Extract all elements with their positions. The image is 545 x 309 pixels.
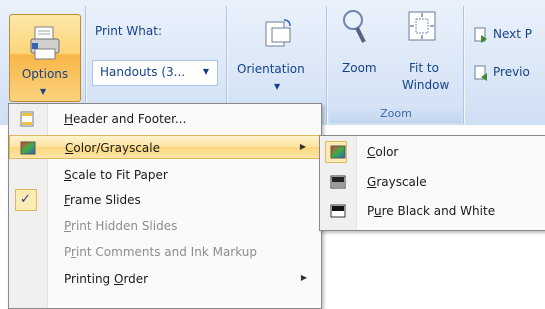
chevron-down-icon: ▼ xyxy=(274,82,281,91)
options-label: Options xyxy=(21,67,69,81)
fit-to-window-label-line2: Window xyxy=(402,78,450,92)
next-page-icon xyxy=(474,27,487,43)
menu-item-printing-order[interactable]: Printing Order ▶ xyxy=(9,267,321,291)
submenu-arrow-icon: ▶ xyxy=(300,273,307,282)
menu-item-print-hidden-slides[interactable]: Print Hidden Slides xyxy=(9,214,321,238)
grayscale-icon xyxy=(330,175,346,189)
header-footer-icon xyxy=(20,111,34,127)
menu-item-accesskey: S xyxy=(64,168,72,182)
previous-page-icon xyxy=(474,65,487,81)
zoom-button[interactable]: Zoom xyxy=(334,6,382,98)
submenu-item-color[interactable]: Color xyxy=(320,140,545,164)
menu-item-label: olor/Grayscale xyxy=(73,141,160,155)
menu-item-scale-to-fit[interactable]: Scale to Fit Paper xyxy=(9,163,321,187)
chevron-down-icon: ▼ xyxy=(202,67,209,76)
print-what-dropdown[interactable]: Handouts (3... ▼ xyxy=(92,60,218,86)
color-grayscale-submenu: Color Grayscale Pure Black and White xyxy=(319,135,545,231)
submenu-item-accesskey: G xyxy=(367,175,377,189)
printer-options-icon xyxy=(30,26,60,60)
color-grayscale-icon xyxy=(20,141,36,155)
submenu-item-label: re Black and White xyxy=(381,204,496,218)
chevron-down-icon: ▼ xyxy=(40,87,47,96)
previous-page-label: Previo xyxy=(493,65,530,79)
group-separator xyxy=(326,6,327,124)
menu-item-accesskey: P xyxy=(64,219,72,233)
menu-item-header-footer[interactable]: Header and Footer... xyxy=(9,107,321,131)
magnifier-icon xyxy=(343,10,366,43)
group-separator xyxy=(463,6,464,124)
options-menu: Header and Footer... Color/Grayscale ▶ S… xyxy=(8,103,322,309)
next-page-button[interactable]: Next P xyxy=(472,26,545,46)
color-icon xyxy=(330,145,346,159)
menu-item-label-prefix: P xyxy=(64,245,72,259)
print-what-value: Handouts (3... xyxy=(100,65,186,79)
submenu-item-label: olor xyxy=(375,145,399,159)
submenu-item-grayscale[interactable]: Grayscale xyxy=(320,170,545,194)
zoom-group-label: Zoom xyxy=(330,104,462,123)
fit-to-window-button[interactable]: Fit to Window xyxy=(389,6,457,102)
fit-to-window-label-line1: Fit to xyxy=(409,61,439,75)
submenu-item-label: rayscale xyxy=(376,175,427,189)
menu-item-label: cale to Fit Paper xyxy=(71,168,168,182)
submenu-item-accesskey: u xyxy=(374,204,382,218)
menu-item-label-prefix: Printing xyxy=(64,272,114,286)
menu-item-color-grayscale[interactable]: Color/Grayscale ▶ xyxy=(9,135,321,159)
submenu-item-label-prefix: P xyxy=(367,204,375,218)
submenu-item-pure-black-white[interactable]: Pure Black and White xyxy=(320,199,545,223)
menu-item-label: rder xyxy=(123,272,149,286)
print-what-label: Print What: xyxy=(95,24,162,38)
menu-item-accesskey: H xyxy=(64,112,74,126)
zoom-label: Zoom xyxy=(342,61,377,75)
checkmark-icon: ✓ xyxy=(15,189,37,211)
menu-item-label: rint Hidden Slides xyxy=(71,219,178,233)
orientation-icon xyxy=(265,19,291,47)
black-white-icon xyxy=(330,204,346,218)
orientation-button[interactable]: Orientation ▼ xyxy=(232,12,324,100)
orientation-label: Orientation xyxy=(237,62,305,76)
menu-item-frame-slides[interactable]: ✓ Frame Slides xyxy=(9,188,321,212)
next-page-label: Next P xyxy=(493,27,533,41)
menu-item-label: eader and Footer... xyxy=(73,112,187,126)
previous-page-button[interactable]: Previo xyxy=(472,64,545,84)
menu-item-print-comments[interactable]: Print Comments and Ink Markup xyxy=(9,240,321,264)
submenu-arrow-icon: ▶ xyxy=(299,142,306,151)
options-button[interactable]: Options ▼ xyxy=(9,14,81,102)
menu-item-label: rame Slides xyxy=(70,193,141,207)
menu-item-label: int Comments and Ink Markup xyxy=(75,245,258,259)
fit-to-window-icon xyxy=(408,11,436,41)
